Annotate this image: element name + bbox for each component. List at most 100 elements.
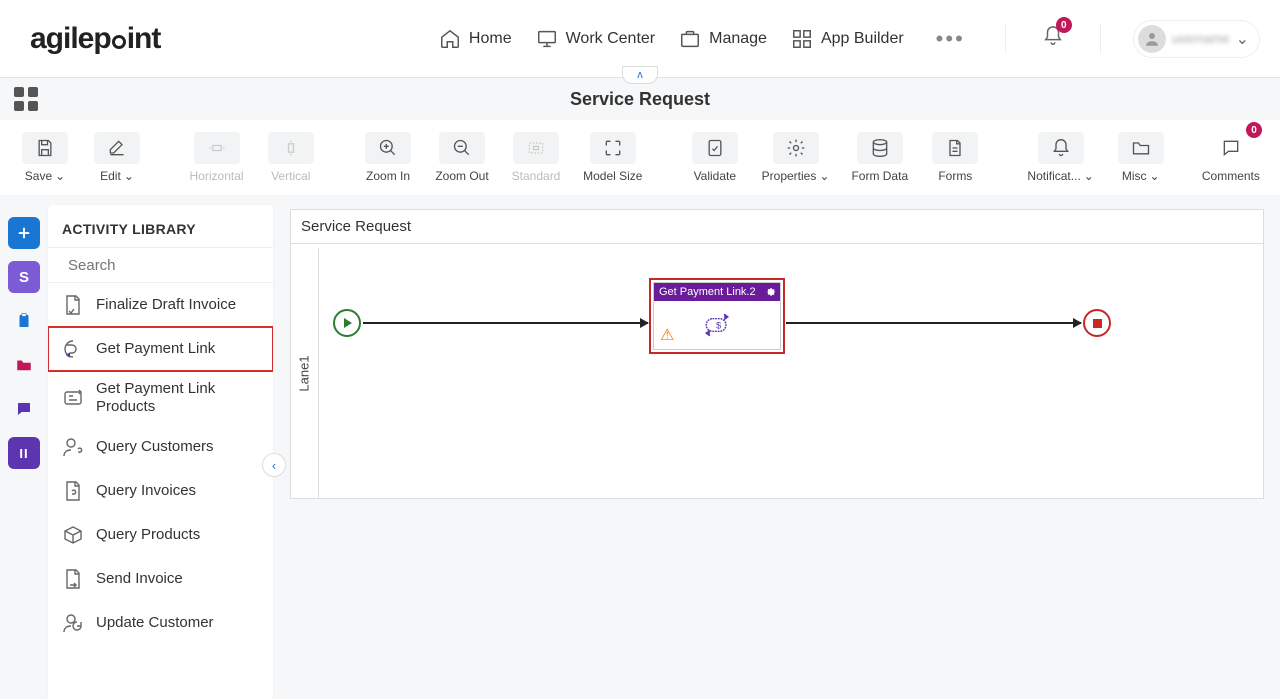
chevron-down-icon: ⌄ — [1084, 169, 1094, 183]
folder-icon — [1131, 138, 1151, 158]
zoom-in-button[interactable]: Zoom In — [359, 126, 417, 189]
document-icon — [945, 138, 965, 158]
properties-button[interactable]: Properties⌄ — [758, 126, 833, 189]
edit-icon — [107, 138, 127, 158]
plus-icon — [15, 224, 33, 242]
chevron-down-icon: ⌄ — [1236, 29, 1249, 49]
notifications-button[interactable]: Notificat...⌄ — [1024, 126, 1098, 189]
zoom-standard-button[interactable]: Standard — [507, 126, 565, 189]
nav-more[interactable]: ••• — [928, 26, 973, 52]
nav-work-center[interactable]: Work Center — [536, 28, 656, 50]
activity-item-query-products[interactable]: Query Products — [48, 513, 273, 557]
rail-add-button[interactable] — [8, 217, 40, 249]
activity-item-update-customer[interactable]: Update Customer — [48, 601, 273, 645]
comment-icon — [1221, 138, 1241, 158]
save-icon — [35, 138, 55, 158]
flow-edge-1[interactable] — [363, 322, 648, 324]
align-vertical-button[interactable]: Vertical — [262, 126, 320, 189]
collapse-library-button[interactable]: ‹ — [262, 453, 286, 477]
warning-icon: ⚠ — [660, 325, 674, 345]
page-title: Service Request — [570, 89, 710, 110]
nav-home-label: Home — [469, 30, 512, 48]
nav-divider — [1005, 24, 1006, 54]
lane-header[interactable]: Lane1 — [291, 248, 319, 498]
payment-link-icon — [61, 337, 85, 361]
chevron-down-icon: ⌄ — [55, 169, 65, 183]
rail-ii-button[interactable]: II — [8, 437, 40, 469]
comments-count-badge: 0 — [1246, 122, 1262, 138]
library-search[interactable] — [48, 247, 273, 283]
notifications-bell[interactable]: 0 — [1038, 21, 1068, 56]
nav-app-builder-label: App Builder — [821, 30, 904, 48]
rail-stripe-button[interactable]: S — [8, 261, 40, 293]
fit-standard-icon — [526, 138, 546, 158]
svg-text:$: $ — [716, 321, 721, 331]
gear-icon[interactable] — [765, 286, 777, 298]
chevron-down-icon: ⌄ — [819, 169, 829, 183]
nav-home[interactable]: Home — [439, 28, 512, 50]
avatar — [1138, 25, 1166, 53]
apps-icon — [791, 28, 813, 50]
apps-grid-button[interactable] — [14, 87, 38, 111]
rail-clipboard-button[interactable] — [8, 305, 40, 337]
activity-node-label: Get Payment Link.2 — [659, 286, 756, 298]
user-menu[interactable]: username ⌄ — [1133, 20, 1260, 58]
nav-app-builder[interactable]: App Builder — [791, 28, 904, 50]
gear-icon — [786, 138, 806, 158]
user-refresh-icon — [61, 611, 85, 635]
user-question-icon — [61, 435, 85, 459]
brand-logo: agilepint — [30, 22, 160, 56]
bell-icon — [1051, 138, 1071, 158]
ii-icon: II — [19, 446, 28, 461]
nav-work-center-label: Work Center — [566, 30, 656, 48]
document-send-icon — [61, 567, 85, 591]
activity-item-get-payment-link[interactable]: Get Payment Link — [48, 327, 273, 371]
collapse-topnav[interactable]: ʌ — [622, 66, 658, 84]
align-horizontal-button[interactable]: Horizontal — [185, 126, 248, 189]
activity-item-send-invoice[interactable]: Send Invoice — [48, 557, 273, 601]
monitor-icon — [536, 28, 558, 50]
end-node[interactable] — [1083, 309, 1111, 337]
home-icon — [439, 28, 461, 50]
zoom-out-button[interactable]: Zoom Out — [431, 126, 493, 189]
flow-edge-2[interactable] — [786, 322, 1081, 324]
notifications-count-badge: 0 — [1056, 17, 1072, 33]
model-size-button[interactable]: Model Size — [579, 126, 647, 189]
validate-icon — [705, 138, 725, 158]
align-vertical-icon — [281, 138, 301, 158]
validate-button[interactable]: Validate — [686, 126, 744, 189]
save-button[interactable]: Save⌄ — [16, 126, 74, 189]
activity-item-get-payment-link-products[interactable]: Get Payment Link Products — [48, 371, 273, 425]
briefcase-icon — [679, 28, 701, 50]
document-question-icon — [61, 479, 85, 503]
library-title: ACTIVITY LIBRARY — [48, 205, 273, 247]
activity-item-query-invoices[interactable]: Query Invoices — [48, 469, 273, 513]
chat-icon — [15, 400, 33, 418]
payment-link-node-icon: $ — [699, 310, 735, 340]
activity-item-finalize-draft-invoice[interactable]: Finalize Draft Invoice — [48, 283, 273, 327]
database-icon — [870, 138, 890, 158]
comments-button[interactable]: 0 Comments — [1198, 126, 1264, 189]
user-name: username — [1172, 31, 1230, 46]
stripe-s-icon: S — [19, 269, 29, 286]
rail-chat-button[interactable] — [8, 393, 40, 425]
form-data-button[interactable]: Form Data — [847, 126, 912, 189]
activity-item-query-customers[interactable]: Query Customers — [48, 425, 273, 469]
zoom-out-icon — [452, 138, 472, 158]
process-canvas[interactable]: Service Request Lane1 Get Payment Link.2… — [290, 209, 1264, 499]
edit-button[interactable]: Edit⌄ — [88, 126, 146, 189]
clipboard-icon — [15, 312, 33, 330]
misc-button[interactable]: Misc⌄ — [1112, 126, 1170, 189]
align-horizontal-icon — [207, 138, 227, 158]
rail-folder-button[interactable] — [8, 349, 40, 381]
payment-products-icon — [61, 386, 85, 410]
box-question-icon — [61, 523, 85, 547]
chevron-down-icon: ⌄ — [1150, 169, 1160, 183]
forms-button[interactable]: Forms — [926, 126, 984, 189]
activity-node-get-payment-link-2[interactable]: Get Payment Link.2 ⚠ $ — [649, 278, 785, 354]
zoom-in-icon — [378, 138, 398, 158]
nav-manage[interactable]: Manage — [679, 28, 767, 50]
start-node[interactable] — [333, 309, 361, 337]
search-input[interactable] — [68, 257, 267, 274]
canvas-title: Service Request — [291, 210, 1263, 244]
